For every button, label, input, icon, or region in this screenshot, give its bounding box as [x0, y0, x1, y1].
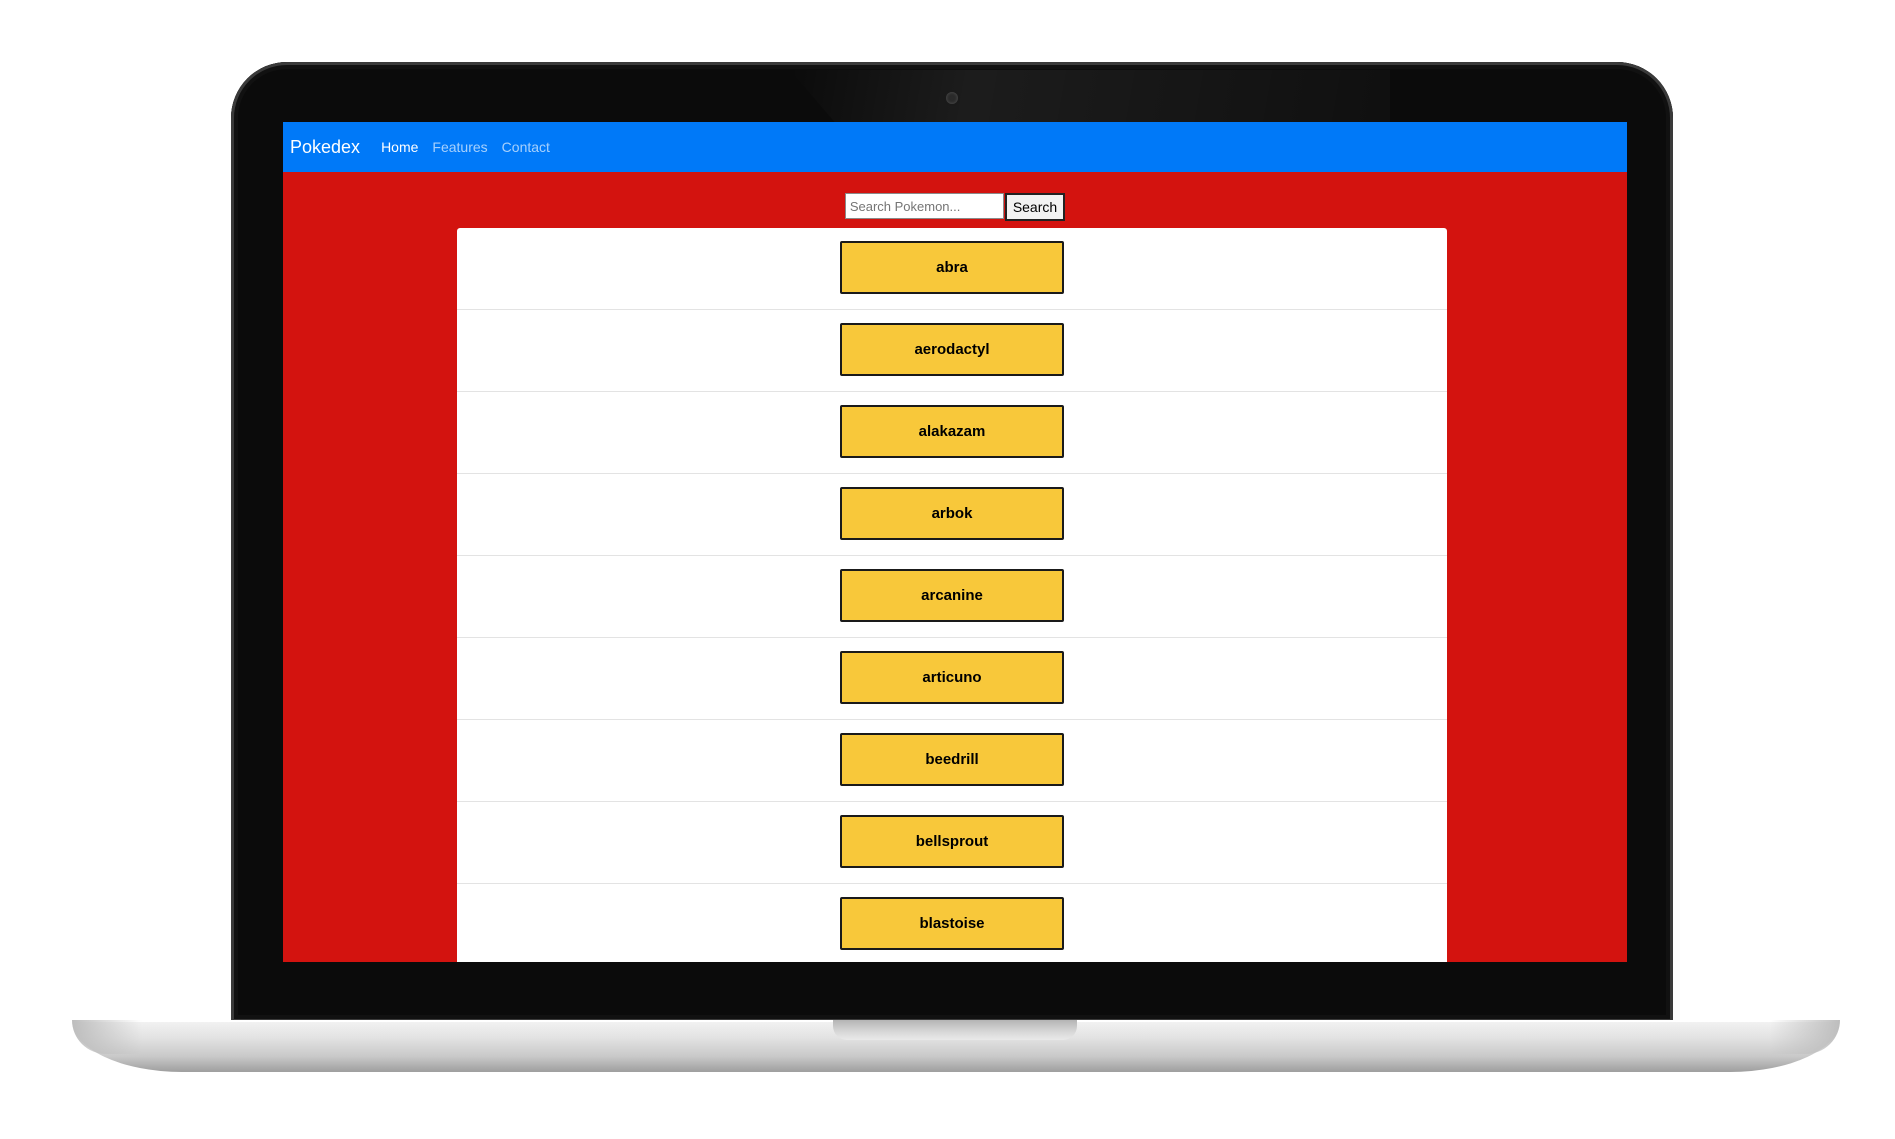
brand-link[interactable]: Pokedex: [290, 137, 360, 158]
list-item: blastoise: [457, 884, 1447, 962]
list-item: beedrill: [457, 720, 1447, 802]
laptop-hinge-notch: [833, 1020, 1077, 1040]
nav-link-home[interactable]: Home: [381, 139, 418, 155]
pokemon-button-articuno[interactable]: articuno: [840, 651, 1064, 704]
pokemon-button-alakazam[interactable]: alakazam: [840, 405, 1064, 458]
navbar: Pokedex Home Features Contact: [283, 122, 1627, 172]
list-item: bellsprout: [457, 802, 1447, 884]
list-item: arbok: [457, 474, 1447, 556]
laptop-base-edge: [1770, 1020, 1840, 1054]
list-item: arcanine: [457, 556, 1447, 638]
pokemon-button-bellsprout[interactable]: bellsprout: [840, 815, 1064, 868]
pokemon-button-abra[interactable]: abra: [840, 241, 1064, 294]
lid-glare: [790, 70, 1390, 126]
list-item: aerodactyl: [457, 310, 1447, 392]
list-item: alakazam: [457, 392, 1447, 474]
pokemon-list: abra aerodactyl alakazam arbok arcanine …: [457, 228, 1447, 962]
pokemon-button-beedrill[interactable]: beedrill: [840, 733, 1064, 786]
pokemon-button-arbok[interactable]: arbok: [840, 487, 1064, 540]
search-input[interactable]: [844, 193, 1004, 219]
pokemon-button-arcanine[interactable]: arcanine: [840, 569, 1064, 622]
laptop-mockup: Pokedex Home Features Contact Search abr…: [0, 0, 1895, 1139]
list-item: abra: [457, 228, 1447, 310]
search-button[interactable]: Search: [1004, 193, 1066, 221]
webcam-icon: [946, 92, 958, 104]
pokemon-button-aerodactyl[interactable]: aerodactyl: [840, 323, 1064, 376]
search-bar: Search: [283, 193, 1627, 221]
nav-link-features[interactable]: Features: [432, 139, 487, 155]
nav-link-contact[interactable]: Contact: [502, 139, 550, 155]
pokemon-button-blastoise[interactable]: blastoise: [840, 897, 1064, 950]
list-item: articuno: [457, 638, 1447, 720]
browser-viewport: Pokedex Home Features Contact Search abr…: [283, 122, 1627, 962]
laptop-base-edge: [72, 1020, 142, 1054]
